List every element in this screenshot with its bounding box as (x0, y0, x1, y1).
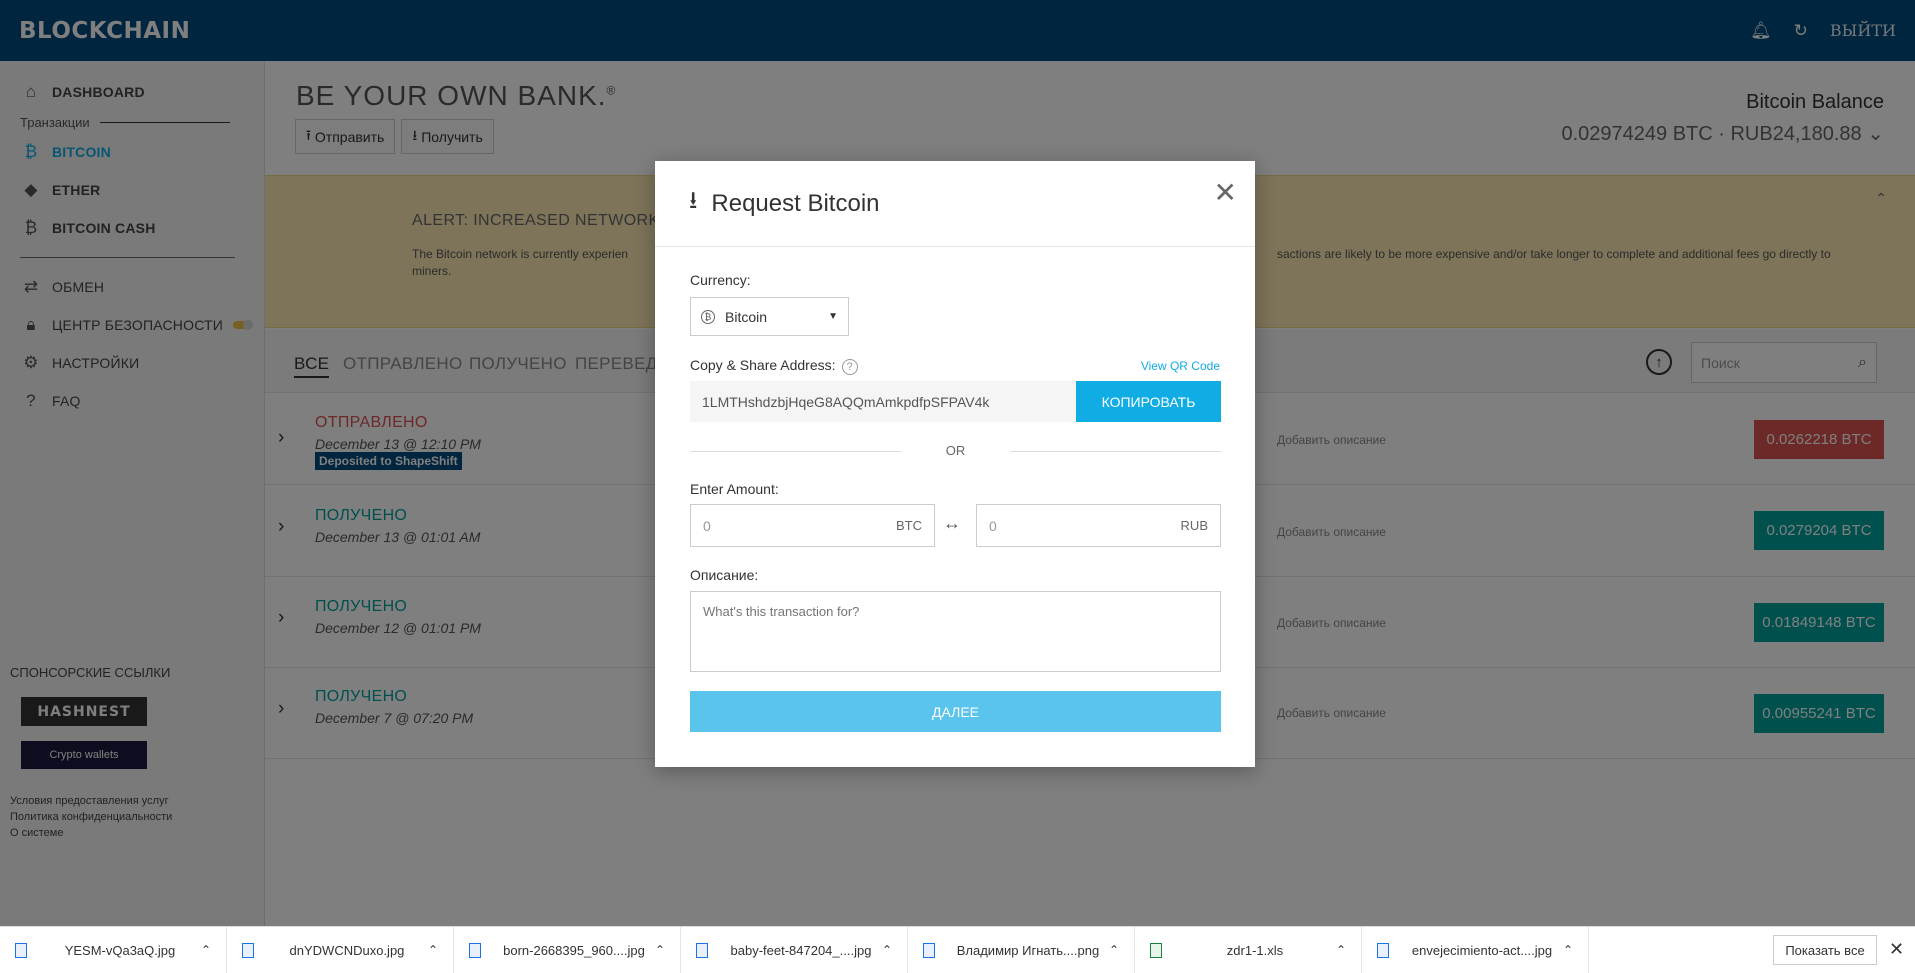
address-label-text: Copy & Share Address: (690, 357, 836, 373)
currency-label: Currency: (690, 272, 751, 288)
download-item[interactable]: born-2668395_960....jpg ⌃ (454, 926, 681, 973)
rub-unit: RUB (1180, 518, 1208, 533)
next-button[interactable]: ДАЛЕЕ (690, 691, 1221, 732)
download-item[interactable]: YESM-vQa3aQ.jpg ⌃ (0, 926, 227, 973)
image-file-icon (469, 942, 481, 958)
btc-unit: BTC (896, 518, 922, 533)
image-file-icon (242, 942, 254, 958)
close-icon[interactable]: ✕ (1889, 939, 1904, 960)
download-bar: YESM-vQa3aQ.jpg ⌃ dnYDWCNDuxo.jpg ⌃ born… (0, 926, 1915, 973)
help-icon[interactable]: ? (841, 359, 858, 375)
btc-amount-value: 0 (703, 517, 711, 534)
description-textarea[interactable] (690, 591, 1221, 672)
rub-amount-value: 0 (989, 517, 997, 534)
or-divider: OR (690, 443, 1221, 459)
chevron-up-icon[interactable]: ⌃ (882, 943, 892, 957)
download-item[interactable]: zdr1-1.xls ⌃ (1135, 926, 1362, 973)
description-label: Описание: (690, 567, 759, 583)
show-all-button[interactable]: Показать все (1773, 935, 1877, 965)
download-filename: zdr1-1.xls (1226, 942, 1284, 958)
download-item[interactable]: envejecimiento-act....jpg ⌃ (1362, 926, 1589, 973)
currency-select[interactable]: ₿ Bitcoin ▼ (690, 297, 849, 336)
image-file-icon (1377, 942, 1389, 958)
btc-amount-input[interactable]: 0 BTC (690, 504, 935, 547)
download-filename: envejecimiento-act....jpg (1411, 942, 1553, 958)
download-filename: YESM-vQa3aQ.jpg (64, 942, 176, 958)
currency-value: Bitcoin (725, 308, 768, 325)
chevron-up-icon[interactable]: ⌃ (428, 943, 438, 957)
spreadsheet-file-icon (1150, 942, 1162, 958)
copy-button[interactable]: КОПИРОВАТЬ (1076, 381, 1221, 422)
modal-title: Request Bitcoin (711, 189, 880, 217)
modal-header: ⭳ Request Bitcoin (655, 161, 1255, 247)
download-item[interactable]: dnYDWCNDuxo.jpg ⌃ (227, 926, 454, 973)
download-filename: dnYDWCNDuxo.jpg (289, 942, 405, 958)
chevron-up-icon[interactable]: ⌃ (655, 943, 665, 957)
close-icon[interactable]: ✕ (1214, 179, 1237, 207)
swap-arrows-icon: ↔ (943, 513, 961, 533)
download-filename: Владимир Игнать....png (956, 942, 1100, 958)
chevron-up-icon[interactable]: ⌃ (1563, 943, 1573, 957)
chevron-up-icon[interactable]: ⌃ (201, 943, 211, 957)
download-item[interactable]: baby-feet-847204_....jpg ⌃ (681, 926, 908, 973)
chevron-down-icon: ▼ (828, 311, 838, 322)
divider-right (1010, 451, 1221, 452)
bitcoin-icon: ₿ (701, 309, 715, 324)
download-filename: born-2668395_960....jpg (503, 942, 645, 958)
rub-amount-input[interactable]: 0 RUB (976, 504, 1221, 547)
chevron-up-icon[interactable]: ⌃ (1109, 943, 1119, 957)
image-file-icon (696, 942, 708, 958)
request-bitcoin-modal: ⭳ Request Bitcoin ✕ Currency: ₿ Bitcoin … (655, 161, 1255, 767)
view-qr-code-link[interactable]: View QR Code (1141, 359, 1220, 373)
download-filename: baby-feet-847204_....jpg (730, 942, 872, 958)
download-item[interactable]: Владимир Игнать....png ⌃ (908, 926, 1135, 973)
download-icon: ⭳ (689, 187, 698, 214)
bitcoin-address-field[interactable]: 1LMTHshdzbjHqeG8AQQmAmkpdfpSFPAV4k (690, 381, 1077, 422)
address-label: Copy & Share Address:? (690, 357, 858, 375)
image-file-icon (15, 942, 27, 958)
amount-label: Enter Amount: (690, 481, 779, 497)
image-file-icon (923, 942, 935, 958)
chevron-up-icon[interactable]: ⌃ (1336, 943, 1346, 957)
